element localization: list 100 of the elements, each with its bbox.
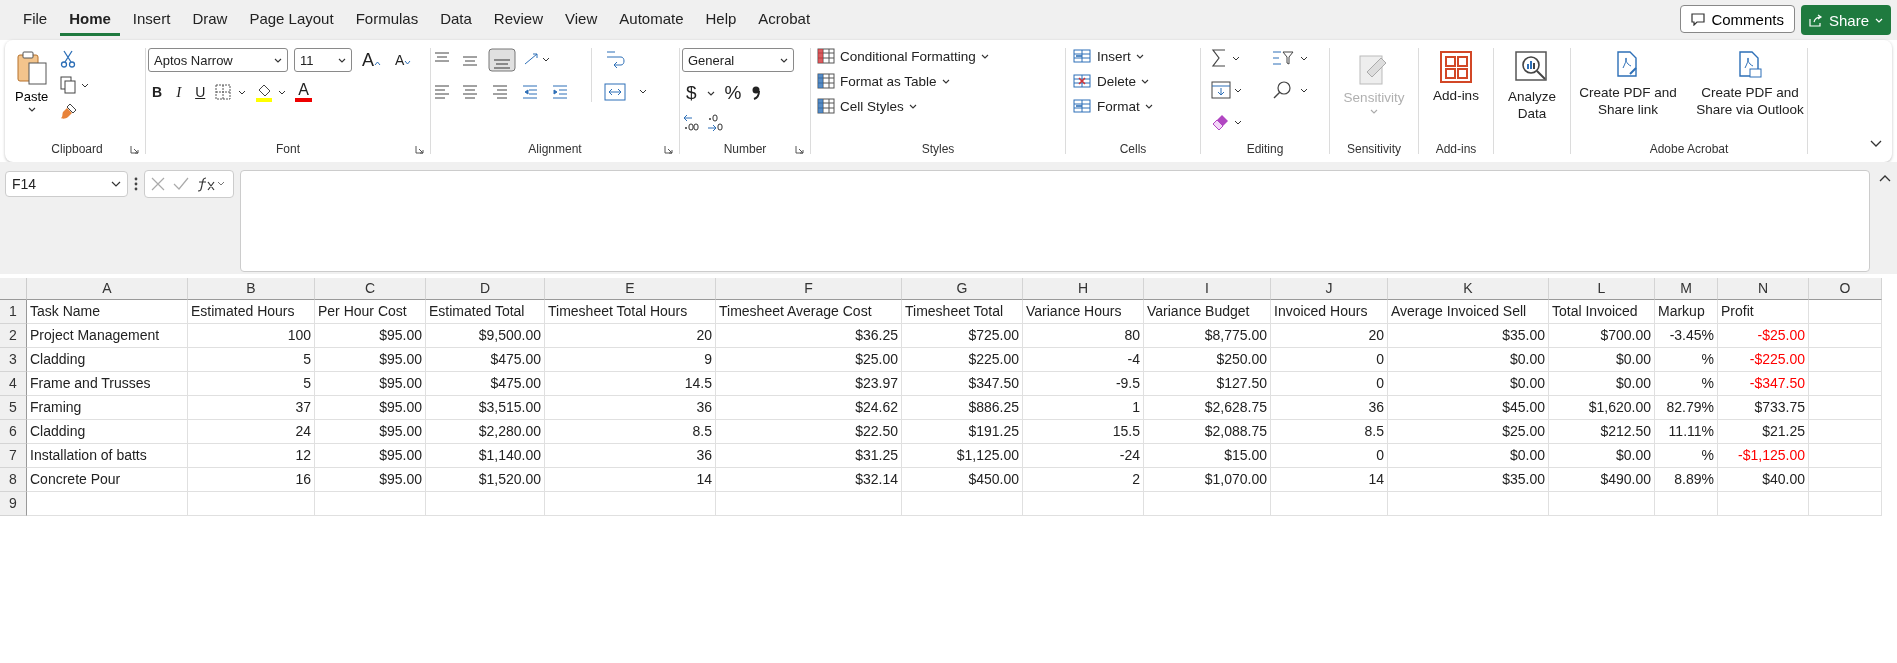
row-header[interactable]: 6 <box>0 420 27 444</box>
column-header[interactable]: F <box>716 278 902 300</box>
group-label: Adobe Acrobat <box>1649 142 1729 156</box>
paste-button[interactable]: Paste <box>11 48 53 114</box>
caret-icon <box>274 57 282 63</box>
row-header[interactable]: 8 <box>0 468 27 492</box>
table-style-icon <box>817 73 835 89</box>
grow-font-button[interactable]: A <box>358 49 385 71</box>
dialog-launcher-icon[interactable] <box>130 145 139 154</box>
formula-input[interactable] <box>240 170 1870 272</box>
styles-menu-button[interactable]: Format as Table <box>813 71 954 91</box>
ribbon-tab[interactable]: Formulas <box>346 4 428 36</box>
bold-button[interactable]: B <box>148 84 167 100</box>
table-cell: $95.00 <box>315 420 426 444</box>
column-header[interactable]: A <box>27 278 188 300</box>
ribbon-tab[interactable]: Draw <box>183 4 237 36</box>
comma-style-icon[interactable] <box>751 85 762 101</box>
table-cell: $95.00 <box>315 348 426 372</box>
row-header[interactable]: 7 <box>0 444 27 468</box>
percent-button[interactable]: % <box>720 82 746 104</box>
add-ins-button[interactable]: Add-ins <box>1430 48 1482 105</box>
row-header[interactable]: 2 <box>0 324 27 348</box>
column-header[interactable]: N <box>1718 278 1809 300</box>
ribbon-tab[interactable]: Page Layout <box>240 4 343 36</box>
decrease-decimal-icon[interactable] <box>706 114 724 132</box>
row-header[interactable]: 5 <box>0 396 27 420</box>
column-header[interactable]: O <box>1809 278 1882 300</box>
create-pdf-button[interactable]: Create PDF and Share link <box>1571 48 1685 120</box>
collapse-icon[interactable] <box>1879 174 1891 182</box>
ribbon-tab[interactable]: Home <box>60 4 120 36</box>
table-cell: $250.00 <box>1144 348 1271 372</box>
ribbon-tab[interactable]: View <box>556 4 607 36</box>
row-header[interactable]: 9 <box>0 492 27 516</box>
caret-icon <box>908 103 917 109</box>
dialog-launcher-icon[interactable] <box>415 145 424 154</box>
column-header[interactable]: E <box>545 278 716 300</box>
column-header[interactable]: C <box>315 278 426 300</box>
table-cell: $0.00 <box>1549 372 1655 396</box>
dialog-launcher-icon[interactable] <box>795 145 804 154</box>
column-header[interactable]: G <box>902 278 1023 300</box>
create-pdf-button[interactable]: Create PDF and Share via Outlook <box>1693 48 1807 120</box>
row-header[interactable]: 4 <box>0 372 27 396</box>
brush-icon[interactable] <box>60 102 79 120</box>
column-header[interactable]: K <box>1388 278 1549 300</box>
cells-menu-button[interactable]: Format <box>1068 96 1157 116</box>
group-label: Alignment <box>528 142 582 156</box>
column-header[interactable]: I <box>1144 278 1271 300</box>
dialog-launcher-icon[interactable] <box>664 145 673 154</box>
ribbon-tab[interactable]: File <box>14 4 57 36</box>
italic-button[interactable]: I <box>172 83 186 101</box>
font-size-dropdown[interactable]: 11 <box>294 48 352 72</box>
ribbon-tab[interactable]: Automate <box>610 4 693 36</box>
ribbon-tab[interactable]: Data <box>431 4 481 36</box>
more-icon[interactable] <box>134 177 138 191</box>
table-cell: Timesheet Total <box>902 300 1023 324</box>
shrink-font-button[interactable]: A <box>391 52 416 68</box>
caret-icon[interactable] <box>706 90 715 96</box>
ribbon-tab[interactable]: Acrobat <box>749 4 820 36</box>
share-button[interactable]: Share <box>1800 5 1891 35</box>
scissors-icon[interactable] <box>60 50 77 68</box>
table-cell: $191.25 <box>902 420 1023 444</box>
table-cell: % <box>1655 348 1718 372</box>
ribbon-tab[interactable]: Help <box>696 4 746 36</box>
underline-button[interactable]: U <box>191 84 210 100</box>
currency-button[interactable]: $ <box>682 82 701 104</box>
column-header[interactable]: H <box>1023 278 1144 300</box>
font-color-button[interactable]: A <box>295 82 312 102</box>
table-cell: Concrete Pour <box>27 468 188 492</box>
cells-menu-button[interactable]: Insert <box>1068 46 1148 66</box>
increase-decimal-icon[interactable] <box>682 114 700 132</box>
grid-icon <box>1439 50 1473 84</box>
row-header[interactable]: 1 <box>0 300 27 324</box>
group-label: Editing <box>1246 142 1284 156</box>
copy-icon[interactable] <box>60 76 89 94</box>
column-header[interactable]: B <box>188 278 315 300</box>
number-format-dropdown[interactable]: General <box>682 48 794 72</box>
cells-menu-button[interactable]: Delete <box>1068 71 1154 91</box>
clipboard-icon <box>15 50 48 86</box>
font-name-dropdown[interactable]: Aptos Narrow <box>148 48 288 72</box>
table-cell: -24 <box>1023 444 1144 468</box>
table-cell: $733.75 <box>1718 396 1809 420</box>
name-box[interactable]: F14 <box>5 171 128 197</box>
table-cell: $95.00 <box>315 444 426 468</box>
column-header[interactable]: J <box>1271 278 1388 300</box>
ribbon-tab[interactable]: Review <box>484 4 553 36</box>
analyze-data-button[interactable]: Analyze Data <box>1500 48 1564 124</box>
comments-button[interactable]: Comments <box>1680 5 1795 33</box>
column-header[interactable]: L <box>1549 278 1655 300</box>
table-cell: $3,515.00 <box>426 396 545 420</box>
styles-menu-button[interactable]: Cell Styles <box>813 96 921 116</box>
column-header[interactable]: D <box>426 278 545 300</box>
function-icon[interactable] <box>197 176 227 192</box>
table-cell: $35.00 <box>1388 468 1549 492</box>
table-cell: $2,280.00 <box>426 420 545 444</box>
row-header[interactable]: 3 <box>0 348 27 372</box>
ribbon-tab[interactable]: Insert <box>123 4 180 36</box>
table-cell: 5 <box>188 372 315 396</box>
column-header[interactable]: M <box>1655 278 1718 300</box>
styles-menu-button[interactable]: Conditional Formatting <box>813 46 993 66</box>
expand-ribbon-icon[interactable] <box>1870 140 1882 148</box>
